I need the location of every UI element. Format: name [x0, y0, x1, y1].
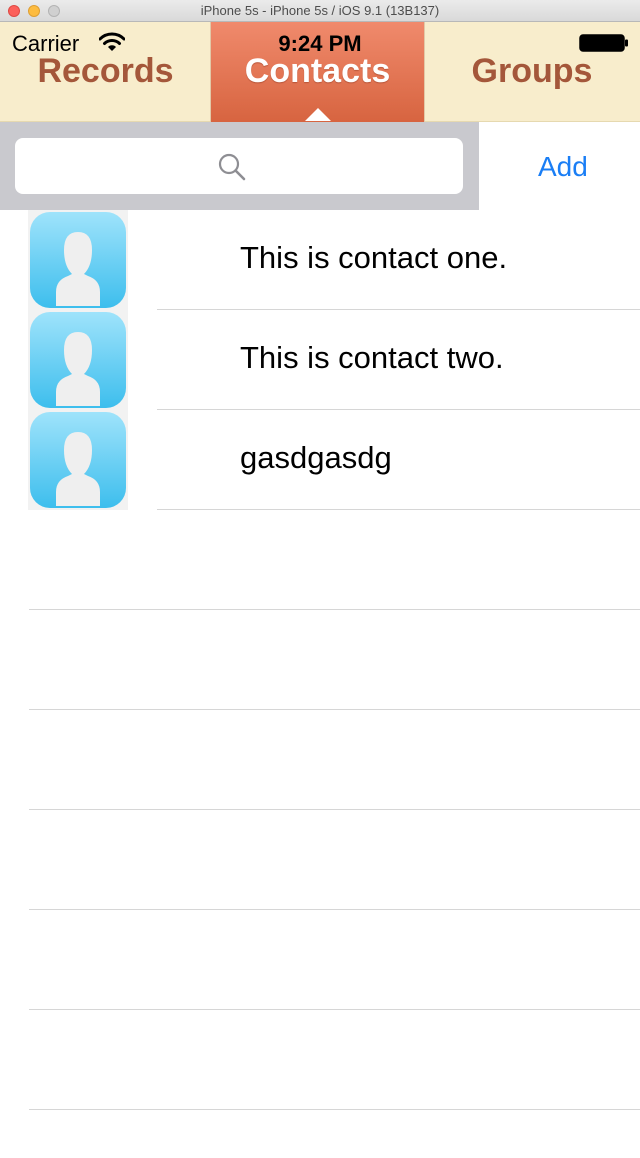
empty-row-separator: [29, 609, 640, 610]
table-row[interactable]: This is contact one.: [0, 210, 640, 310]
search-icon: [218, 153, 246, 181]
tab-groups-label: Groups: [471, 52, 593, 90]
status-time: 9:24 PM: [278, 31, 362, 56]
person-silhouette-icon: [28, 410, 128, 510]
selected-tab-pointer-icon: [305, 108, 331, 121]
person-silhouette-icon: [28, 210, 128, 310]
contact-name: gasdgasdg: [240, 440, 392, 475]
add-contact-button[interactable]: Add: [538, 151, 588, 183]
contact-name: This is contact one.: [240, 240, 508, 275]
empty-row-separator: [29, 909, 640, 910]
window-title: iPhone 5s - iPhone 5s / iOS 9.1 (13B137): [200, 3, 440, 18]
person-silhouette-icon: [28, 310, 128, 410]
empty-row-separator: [29, 1109, 640, 1110]
contacts-table: This is contact one. This is contact two…: [0, 210, 640, 1158]
battery-icon: [579, 34, 628, 52]
row-separator: [157, 509, 640, 510]
empty-row-separator: [29, 1009, 640, 1010]
tab-records-label: Records: [37, 52, 174, 90]
simulator-title-bar: iPhone 5s - iPhone 5s / iOS 9.1 (13B137): [0, 0, 640, 22]
tab-contacts-label: Contacts: [244, 52, 391, 90]
contact-name: This is contact two.: [240, 340, 504, 375]
empty-row-separator: [29, 809, 640, 810]
empty-row-separator: [29, 709, 640, 710]
table-row[interactable]: gasdgasdg: [0, 410, 640, 510]
table-row[interactable]: This is contact two.: [0, 310, 640, 410]
